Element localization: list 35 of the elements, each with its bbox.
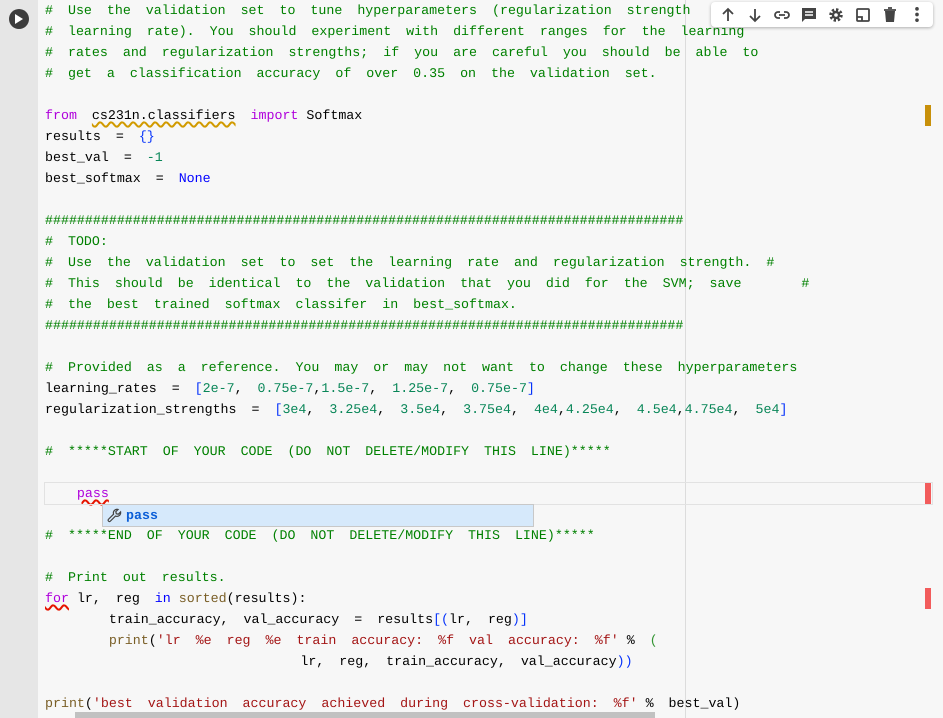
play-icon — [15, 14, 23, 24]
horizontal-scrollbar[interactable] — [75, 712, 655, 718]
code-line: best_softmax = None — [45, 170, 211, 188]
code-line: print('best validation accuracy achieved during cross-validation: %f' % best_val) — [45, 695, 740, 713]
code-line: # learning rate). You should experiment with different ranges for the learning — [45, 23, 744, 41]
run-button[interactable] — [9, 9, 29, 29]
code-line: # the best trained softmax classifer in best_softmax. — [45, 296, 517, 314]
code-line: # get a classification accuracy of over 0.35 on the validation set. — [45, 65, 657, 83]
code-line: ################################################################################ — [45, 317, 684, 335]
code-line: pass — [45, 483, 932, 504]
code-line: for lr, reg in sorted(results): — [45, 590, 306, 608]
code-line: # rates and regularization strengths; if you are careful you should be able to — [45, 44, 758, 62]
code-line: train_accuracy, val_accuracy = results[(lr, reg)] — [108, 611, 528, 629]
code-line: from cs231n.classifiers import Softmax — [45, 107, 362, 125]
more-icon — [914, 7, 918, 22]
comment-icon — [800, 6, 818, 24]
code-line: # *****START OF YOUR CODE (DO NOT DELETE/MODIFY THIS LINE)***** — [45, 443, 611, 461]
code-line: ################################################################################ — [45, 212, 684, 230]
wrench-icon — [107, 508, 122, 523]
code-line: regularization_strengths = [3e4, 3.25e4, 3.5e4, 3.75e4, 4e4,4.25e4, 4.5e4,4.75e4, 5e4] — [45, 401, 788, 419]
code-line: # Print out results. — [45, 569, 226, 587]
code-line: learning_rates = [2e-7, 0.75e-7,1.5e-7, 1.25e-7, 0.75e-7] — [45, 380, 535, 398]
suggestion-item[interactable]: pass — [103, 505, 533, 526]
window-icon — [854, 6, 872, 24]
code-line: # This should be identical to the validation that you did for the SVM; save # — [45, 275, 810, 293]
code-line: results = {} — [45, 128, 155, 146]
code-line: # Provided as a reference. You may or may not want to change these hyperparameters — [45, 359, 798, 377]
code-line: # Use the validation set to set the learning rate and regularization strength. # — [45, 254, 774, 272]
code-line: # Use the validation set to tune hyperparameters (regularization strength — [45, 2, 690, 20]
code-line: # *****END OF YOUR CODE (DO NOT DELETE/MODIFY THIS LINE)***** — [45, 527, 595, 545]
gear-icon — [826, 6, 844, 24]
code-line: lr, reg, train_accuracy, val_accuracy)) — [299, 653, 633, 671]
code-line: # TODO: — [45, 233, 108, 251]
code-line: best_val = -1 — [45, 149, 163, 167]
code-line: print('lr %e reg %e train accuracy: %f val accuracy: %f' % ( — [108, 632, 658, 650]
